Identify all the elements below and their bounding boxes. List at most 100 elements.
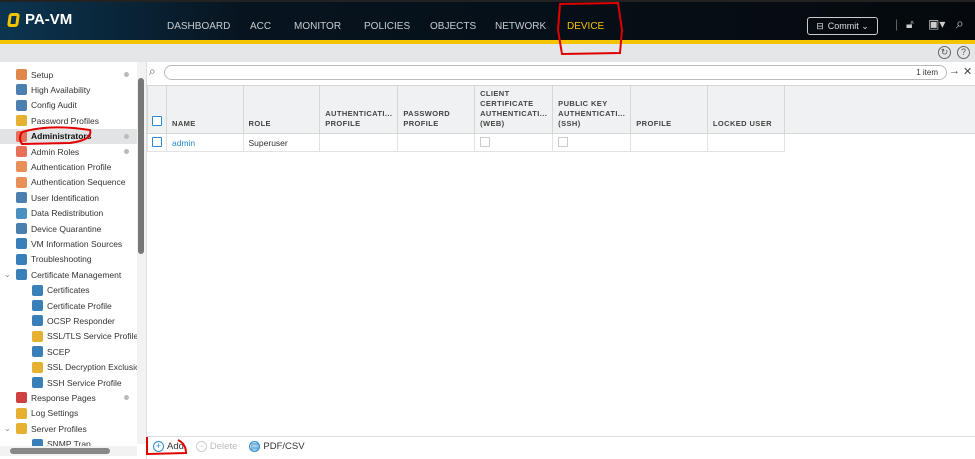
sidebar-item-ssl-decryption-exclusic[interactable]: SSL Decryption Exclusic [0,360,139,375]
sidebar-item-certificate-profile[interactable]: Certificate Profile [0,298,137,313]
sidebar-item-administrators[interactable]: Administrators [0,128,137,144]
sidebar-item-icon [32,361,43,373]
sidebar-item-authentication-profile[interactable]: Authentication Profile [0,159,137,174]
add-button[interactable]: + Add [153,441,184,452]
table-row[interactable]: admin Superuser [147,133,975,152]
sidebar-item-label: Admin Roles [31,146,80,157]
sidebar-item-device-quarantine[interactable]: Device Quarantine [0,221,137,236]
sidebar-item-ocsp-responder[interactable]: OCSP Responder [0,313,137,328]
sidebar-item-label: Authentication Profile [31,161,112,172]
column-header[interactable]: LOCKED USER [706,85,785,134]
sidebar-item-label: VM Information Sources [31,238,123,249]
sidebar-item-data-redistribution[interactable]: Data Redistribution [0,206,137,221]
logo[interactable]: PA-VM [7,11,73,28]
sidebar-item-label: High Availability [31,84,91,95]
sidebar-item-icon [16,423,27,435]
sidebar-item-icon [16,192,27,204]
sidebar-item-config-audit[interactable]: Config Audit [0,98,137,113]
sidebar-scroll-thumb[interactable] [138,78,144,254]
column-header[interactable]: ROLE [242,85,321,134]
delete-button[interactable]: − Delete [195,441,237,452]
search-icon[interactable]: ⌕ [956,15,964,32]
sidebar-item-label: Data Redistribution [31,208,104,219]
locked-user-cell [706,133,785,152]
sidebar-item-label: Response Pages [31,392,96,403]
sidebar-item-admin-roles[interactable]: Admin Roles [0,144,137,159]
client-cert-checkbox [474,133,554,152]
nav-tab-dashboard[interactable]: DASHBOARD [167,21,230,32]
chevron-down-icon[interactable]: ⌄ [4,424,11,433]
apply-filter-icon[interactable]: → [949,65,960,77]
sidebar-item-troubleshooting[interactable]: Troubleshooting [0,252,137,267]
sidebar-item-server-profiles[interactable]: ⌄ Server Profiles [0,421,137,436]
nav-tab-monitor[interactable]: MONITOR [294,21,341,32]
sidebar-item-setup[interactable]: Setup [0,67,137,82]
password-profile-cell [397,133,476,152]
sidebar-item-authentication-sequence[interactable]: Authentication Sequence [0,175,137,190]
column-header[interactable]: PASSWORD PROFILE [397,85,476,134]
sidebar-item-icon [16,238,27,250]
item-count: 1 item [916,68,938,77]
sidebar-item-icon [32,346,43,358]
refresh-icon[interactable]: ↻ [938,46,951,59]
nav-tab-device[interactable]: DEVICE [567,21,604,32]
config-folder-icon[interactable]: ▣▾ [928,17,945,31]
sidebar-item-certificate-management[interactable]: ⌄ Certificate Management [0,267,137,282]
sidebar-item-label: User Identification [31,192,100,203]
logo-text: PA-VM [25,11,73,28]
admin-name-link[interactable]: admin [166,133,244,152]
nav-tab-acc[interactable]: ACC [250,21,271,32]
sidebar: Setup High Availability Config Audit Passwo… [0,62,147,459]
sidebar-item-label: Setup [31,69,54,80]
sidebar-item-icon [16,84,27,96]
sidebar-item-user-identification[interactable]: User Identification [0,190,137,205]
nav-tab-policies[interactable]: POLICIES [364,21,410,32]
help-icon[interactable]: ? [957,46,970,59]
commit-button[interactable]: ⊟ Commit ⌄ [807,17,878,35]
column-header[interactable]: CLIENT CERTIFICATE AUTHENTICATI... (WEB) [474,85,554,134]
status-dot [124,149,129,154]
column-header[interactable]: PUBLIC KEY AUTHENTICATI... (SSH) [552,85,632,134]
sidebar-item-label: Log Settings [31,408,79,419]
sidebar-item-log-settings[interactable]: Log Settings [0,406,137,421]
sidebar-item-ssl-tls-service-profile[interactable]: SSL/TLS Service Profile [0,329,138,344]
sidebar-item-certificates[interactable]: Certificates [0,283,137,298]
bottom-toolbar: + Add − Delete ▤ PDF/CSV [147,436,975,456]
column-header[interactable]: AUTHENTICATI... PROFILE [319,85,399,134]
sidebar-item-label: Certificates [47,285,90,296]
sidebar-item-ssh-service-profile[interactable]: SSH Service Profile [0,375,137,390]
sidebar-item-label: Config Audit [31,100,77,111]
clear-filter-icon[interactable]: ✕ [963,65,972,78]
public-key-checkbox [552,133,632,152]
sidebar-item-icon [16,223,27,234]
sub-toolbar [0,44,975,62]
sidebar-item-label: Device Quarantine [31,223,102,234]
sidebar-item-icon [32,377,43,388]
sidebar-item-scep[interactable]: SCEP [0,344,137,359]
sidebar-item-response-pages[interactable]: Response Pages [0,390,137,405]
sidebar-item-icon [32,300,43,311]
lock-icon[interactable]: 🔓︎ [906,17,914,32]
sidebar-item-label: Server Profiles [31,423,87,434]
filter-input[interactable]: 1 item [164,65,947,80]
sidebar-item-label: Password Profiles [31,115,100,126]
select-all-checkbox[interactable] [147,85,167,134]
sidebar-hscroll-thumb[interactable] [10,448,110,454]
chevron-down-icon[interactable]: ⌄ [4,270,11,279]
sidebar-item-label: SCEP [47,346,71,357]
sidebar-item-label: OCSP Responder [47,315,115,326]
nav-tab-objects[interactable]: OBJECTS [430,21,476,32]
row-checkbox[interactable] [147,133,167,152]
sidebar-item-icon [16,269,27,281]
column-header[interactable]: PROFILE [630,85,708,134]
sidebar-item-vm-information-sources[interactable]: VM Information Sources [0,236,137,251]
sidebar-item-high-availability[interactable]: High Availability [0,82,137,97]
nav-tab-network[interactable]: NETWORK [495,21,546,32]
sidebar-item-password-profiles[interactable]: Password Profiles [0,113,137,128]
logo-icon [7,12,20,27]
sidebar-item-label: SSH Service Profile [47,377,122,388]
sidebar-item-icon [16,115,27,127]
commit-label: Commit ⌄ [827,20,869,31]
column-header[interactable]: NAME [166,85,244,134]
pdf-csv-button[interactable]: ▤ PDF/CSV [249,441,305,452]
